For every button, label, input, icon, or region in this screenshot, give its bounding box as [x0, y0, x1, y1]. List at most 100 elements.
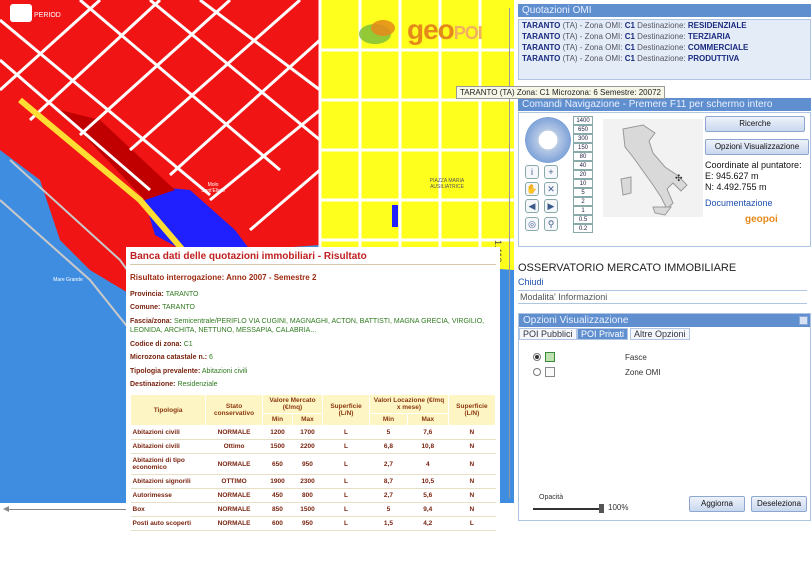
omi-city: TARANTO — [522, 54, 561, 63]
layer-row-zone-omi[interactable] — [533, 367, 555, 377]
table-cell-s2: N — [448, 474, 496, 489]
table-cell-s2: N — [448, 439, 496, 454]
back-arrow-icon[interactable]: ◀ — [525, 199, 539, 213]
table-cell-vmin: 1200 — [262, 425, 293, 440]
table-cell-vmin: 1500 — [262, 439, 293, 454]
table-cell-tipologia: Abitazioni di tipo economico — [130, 453, 206, 475]
omi-line[interactable]: TARANTO (TA) - Zona OMI: C1 Destinazione… — [519, 20, 810, 31]
layer-row-fasce[interactable] — [533, 352, 555, 362]
zoom-scale-item[interactable]: 150 — [573, 143, 593, 152]
info-tool-icon[interactable]: i — [525, 165, 539, 179]
nav-title: Comandi Navigazione - Premere F11 per sc… — [522, 99, 773, 110]
documentazione-link[interactable]: Documentazione — [705, 198, 773, 209]
globe-icon[interactable]: ◎ — [525, 217, 539, 231]
table-cell-lmax: 10,8 — [407, 439, 449, 454]
geopoi-small-logo: geopoi — [745, 214, 778, 225]
aggiorna-button[interactable]: Aggiorna — [689, 496, 745, 512]
zoom-scale-item[interactable]: 5 — [573, 188, 593, 197]
th-min-2: Min — [369, 413, 408, 426]
table-cell-stato: OTTIMO — [205, 474, 263, 489]
coord-north: N: 4.492.755 m — [705, 182, 767, 192]
osservatorio-heading: OSSERVATORIO MERCATO IMMOBILIARE — [518, 262, 737, 274]
zoom-scale-item[interactable]: 1400 — [573, 116, 593, 125]
omi-prov: (TA) - Zona OMI: — [562, 54, 623, 63]
table-cell-stato: NORMALE — [205, 488, 263, 503]
table-cell-lmax: 7,6 — [407, 425, 449, 440]
italy-shape-icon: ✣ — [620, 124, 688, 216]
zoom-scale-item[interactable]: 1 — [573, 206, 593, 215]
omi-prov: (TA) - Zona OMI: — [562, 32, 623, 41]
nav-panel: i + ✋ ✕ ◀ ▶ ◎ ⚲ 1400 650 300 150 80 40 20 10 5 2 1… — [518, 112, 811, 247]
fasce-layer-icon — [545, 352, 555, 362]
field-provincia: Provincia: TARANTO — [130, 291, 199, 298]
map-corner-text: PERIOD — [34, 12, 61, 19]
zoom-scale-list: 1400 650 300 150 80 40 20 10 5 2 1 0.5 0.2 — [573, 116, 593, 233]
omi-line[interactable]: TARANTO (TA) - Zona OMI: C1 Destinazione… — [519, 31, 810, 42]
table-cell-s1: L — [322, 439, 370, 454]
table-cell-vmin: 650 — [262, 453, 293, 475]
deseleziona-button[interactable]: Deseleziona — [751, 496, 807, 512]
ricerche-button[interactable]: Ricerche — [705, 116, 805, 132]
chiudi-link[interactable]: Chiudi — [518, 277, 544, 287]
italy-overview-map[interactable]: ✣ — [603, 119, 703, 217]
opzioni-title: Opzioni Visualizzazione — [523, 315, 629, 326]
table-cell-vmin: 1900 — [262, 474, 293, 489]
omi-prov: (TA) - Zona OMI: — [562, 21, 623, 30]
table-row: Abitazioni civili Ottimo 1500 2200 L 6,8 10,8 N — [130, 439, 496, 454]
pan-hand-icon[interactable]: ✋ — [525, 182, 539, 196]
measure-icon[interactable]: ⚲ — [544, 217, 558, 231]
field-destinazione: Destinazione: Residenziale — [130, 381, 218, 389]
tab-poi-pubblici[interactable]: POI Pubblici — [519, 328, 577, 340]
omi-line[interactable]: TARANTO (TA) - Zona OMI: C1 Destinazione… — [519, 53, 810, 64]
zoom-scale-item[interactable]: 80 — [573, 152, 593, 161]
zoom-scale-item[interactable]: 40 — [573, 161, 593, 170]
table-cell-tipologia: Box — [130, 502, 206, 517]
tab-altre-opzioni[interactable]: Altre Opzioni — [630, 328, 690, 340]
pan-compass-icon[interactable] — [525, 117, 571, 163]
zoom-extent-icon[interactable]: ✕ — [544, 182, 558, 196]
table-cell-s1: L — [322, 425, 370, 440]
table-cell-s1: L — [322, 474, 370, 489]
omi-dest-label: Destinazione: — [637, 32, 686, 41]
opzioni-visualizzazione-button[interactable]: Opzioni Visualizzazione — [705, 139, 809, 155]
zoom-scale-item[interactable]: 20 — [573, 170, 593, 179]
table-cell-stato: NORMALE — [205, 502, 263, 517]
geopoi-logo-text: geoPOI — [407, 14, 483, 45]
modalita-informazioni[interactable]: Modalita' Informazioni — [518, 290, 807, 304]
zone-omi-label: Zone OMI — [625, 368, 661, 377]
zoom-scale-item[interactable]: 300 — [573, 134, 593, 143]
map-label-sea: Mare Grande — [53, 277, 83, 283]
field-codice-zona: Codice di zona: C1 — [130, 340, 193, 348]
zoom-scale-item[interactable]: 10 — [573, 179, 593, 188]
omi-line[interactable]: TARANTO (TA) - Zona OMI: C1 Destinazione… — [519, 42, 810, 53]
tab-poi-privati[interactable]: POI Privati — [577, 328, 629, 340]
opzioni-tabs: POI Pubblici POI Privati Altre Opzioni — [519, 328, 810, 340]
opacity-value: 100% — [608, 503, 629, 512]
opacity-slider-handle[interactable] — [599, 504, 604, 513]
table-cell-lmin: 8,7 — [369, 474, 408, 489]
zoom-scale-item[interactable]: 0.2 — [573, 224, 593, 233]
table-cell-vmax: 950 — [292, 453, 323, 475]
forward-arrow-icon[interactable]: ▶ — [544, 199, 558, 213]
table-cell-stato: Ottimo — [205, 439, 263, 454]
th-max-1: Max — [291, 413, 323, 426]
zoom-in-tool-icon[interactable]: + — [544, 165, 558, 179]
field-fascia-zona: Fascia/zona: Semicentrale/PERIFLO VIA CU… — [130, 317, 485, 335]
zoom-scale-item[interactable]: 0.5 — [573, 215, 593, 224]
table-cell-lmax: 5,6 — [407, 488, 449, 503]
table-cell-s1: L — [322, 516, 370, 531]
opacity-slider[interactable] — [533, 508, 603, 510]
table-row: Abitazioni civili NORMALE 1200 1700 L 5 7,6 N — [130, 425, 496, 440]
th-tipologia: Tipologia — [129, 394, 207, 426]
zone-omi-radio[interactable] — [533, 368, 541, 376]
opzioni-close-icon[interactable] — [799, 316, 808, 325]
opzioni-title-bar: Opzioni Visualizzazione — [519, 314, 810, 327]
fasce-radio[interactable] — [533, 353, 541, 361]
table-cell-s2: N — [448, 502, 496, 517]
table-cell-stato: NORMALE — [205, 453, 263, 475]
map-bottom-arrow[interactable] — [3, 506, 128, 512]
field-comune: Comune: TARANTO — [130, 304, 195, 312]
zoom-scale-item[interactable]: 650 — [573, 125, 593, 134]
table-cell-vmin: 600 — [262, 516, 293, 531]
zoom-scale-item[interactable]: 2 — [573, 197, 593, 206]
